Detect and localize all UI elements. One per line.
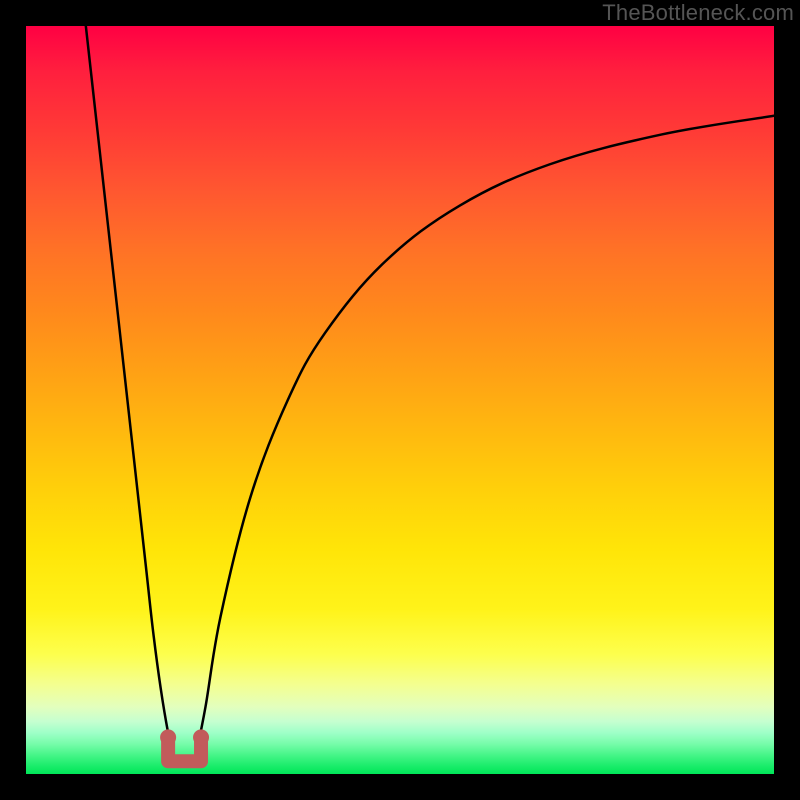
watermark-text: TheBottleneck.com <box>602 0 794 26</box>
chart-frame <box>26 26 774 774</box>
left-descent-curve <box>86 26 174 759</box>
bracket-left-dot-icon <box>160 729 176 745</box>
right-ascent-curve <box>195 116 774 759</box>
chart-svg <box>26 26 774 774</box>
bracket-right-dot-icon <box>193 729 209 745</box>
